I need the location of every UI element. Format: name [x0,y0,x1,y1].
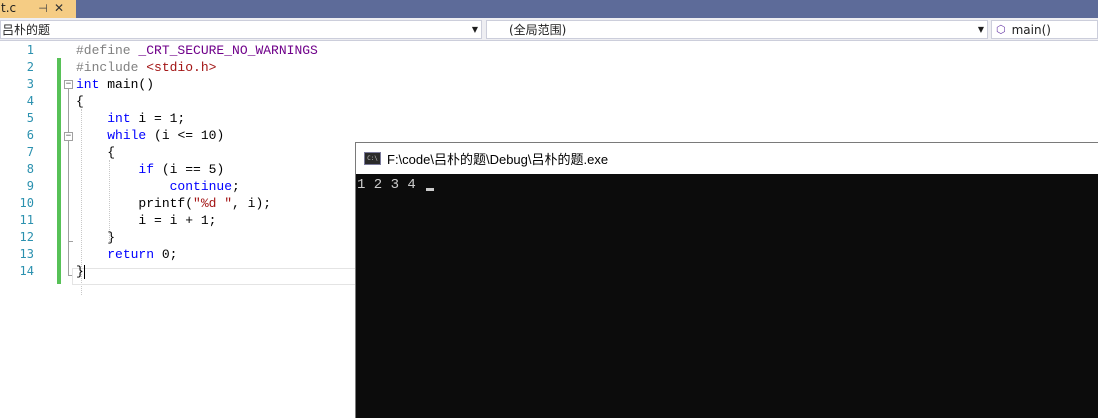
visual-studio-window: t.c ⊣ ✕ 吕朴的题 ▼ (全局范围) ▼ ⬡ main() − − 1 2… [0,0,1098,418]
code-token: (i == 5) [154,162,225,177]
line-number: 6 [26,128,34,142]
code-token: { [76,94,84,109]
member-dropdown-value: main() [1011,22,1051,37]
console-cursor [426,188,435,191]
console-app-icon: C:\ [364,152,381,165]
function-cube-icon: ⬡ [996,23,1006,36]
code-token: "%d " [193,196,233,211]
code-token: i = 1; [130,111,186,126]
fold-end-marker [68,241,73,242]
collapse-main-icon[interactable]: − [64,80,73,89]
console-titlebar[interactable]: C:\ F:\code\吕朴的题\Debug\吕朴的题.exe [356,143,1098,174]
chevron-down-icon[interactable]: ▼ [469,25,481,34]
pin-icon[interactable]: ⊣ [35,2,51,15]
code-token: } [76,264,84,279]
code-token: #define [76,43,139,58]
code-token: } [76,230,116,245]
navigation-bar: 吕朴的题 ▼ (全局范围) ▼ ⬡ main() [0,18,1098,41]
code-line[interactable]: return 0; [76,246,177,263]
line-number: 12 [19,230,34,244]
line-number: 3 [26,77,34,91]
collapse-while-icon[interactable]: − [64,132,73,141]
close-icon[interactable]: ✕ [51,1,67,15]
code-line[interactable]: #define _CRT_SECURE_NO_WARNINGS [76,42,318,59]
line-number: 13 [19,247,34,261]
code-token: { [76,145,116,160]
code-line[interactable]: i = i + 1; [76,212,216,229]
chevron-down-icon[interactable]: ▼ [975,25,987,34]
line-number: 10 [19,196,34,210]
code-token: <stdio.h> [146,60,217,75]
code-token: printf( [76,196,194,211]
line-number: 7 [26,145,34,159]
line-number: 9 [26,179,34,193]
line-number: 14 [19,264,34,278]
code-token: i = i + 1; [76,213,217,228]
code-token: _CRT_SECURE_NO_WARNINGS [138,43,318,58]
code-line[interactable]: { [76,144,115,161]
code-token: int [107,111,131,126]
line-number: 8 [26,162,34,176]
console-output-area[interactable]: 1 2 3 4 [356,174,1098,418]
console-output: 1 2 3 4 [357,176,435,194]
member-dropdown[interactable]: ⬡ main() [991,20,1098,39]
code-token: while [107,128,147,143]
console-window[interactable]: C:\ F:\code\吕朴的题\Debug\吕朴的题.exe 1 2 3 4 [355,142,1098,418]
line-number: 5 [26,111,34,125]
project-dropdown-value: 吕朴的题 [2,23,51,37]
scope-dropdown-value: (全局范围) [509,23,567,37]
code-token: (i <= 10) [146,128,225,143]
document-tab-strip: t.c ⊣ ✕ [0,0,1098,18]
code-line[interactable]: printf("%d ", i); [76,195,271,212]
code-line[interactable]: { [76,93,84,110]
fold-guide-line [68,89,69,275]
code-line[interactable]: int main() [76,76,154,93]
line-number: 1 [26,43,34,57]
scope-dropdown[interactable]: (全局范围) ▼ [486,20,988,39]
text-caret [83,264,85,279]
code-line[interactable]: #include <stdio.h> [76,59,216,76]
console-title: F:\code\吕朴的题\Debug\吕朴的题.exe [387,152,609,167]
console-output-text: 1 2 3 4 [357,177,425,193]
code-line[interactable]: while (i <= 10) [76,127,224,144]
code-line[interactable]: continue; [76,178,240,195]
line-number: 11 [19,213,34,227]
code-token: #include [76,60,147,75]
line-number: 2 [26,60,34,74]
code-line[interactable]: if (i == 5) [76,161,224,178]
code-token: return [107,247,155,262]
change-tracking-bar [57,58,61,284]
code-line[interactable]: int i = 1; [76,110,185,127]
line-number: 4 [26,94,34,108]
code-token: continue [169,179,233,194]
code-token: if [138,162,155,177]
code-token: main() [99,77,155,92]
code-token: ; [232,179,240,194]
tab-label: t.c [1,1,17,15]
code-line[interactable]: } [76,263,85,280]
code-token: 0; [154,247,178,262]
code-token: int [76,77,100,92]
project-dropdown[interactable]: 吕朴的题 ▼ [0,20,482,39]
tab-source-file[interactable]: t.c ⊣ ✕ [0,0,76,18]
code-line[interactable]: } [76,229,115,246]
code-token: , i); [232,196,272,211]
